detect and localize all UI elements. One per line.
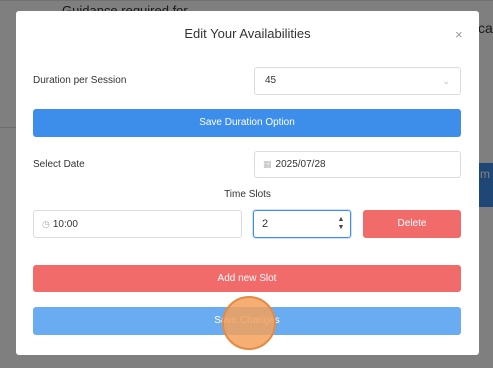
number-stepper[interactable]: ▲ ▼	[336, 216, 346, 232]
close-icon[interactable]: ×	[455, 27, 463, 42]
slot-time-value: 10:00	[52, 219, 78, 230]
date-value: 2025/07/28	[275, 159, 326, 170]
decrement-icon[interactable]: ▼	[336, 224, 346, 232]
increment-icon[interactable]: ▲	[336, 216, 346, 224]
modal-title: Edit Your Availabilities	[184, 26, 311, 41]
date-input[interactable]: ▦ 2025/07/28	[254, 151, 461, 178]
click-indicator	[222, 296, 276, 350]
slot-count-value: 2	[262, 218, 269, 230]
clock-icon: ◷	[42, 219, 50, 229]
delete-slot-button[interactable]: Delete	[363, 210, 461, 238]
time-slots-label: Time Slots	[224, 189, 271, 200]
save-duration-button[interactable]: Save Duration Option	[33, 109, 461, 137]
add-slot-button[interactable]: Add new Slot	[33, 265, 461, 292]
chevron-down-icon: ⌄	[442, 76, 450, 86]
slot-count-input[interactable]: 2 ▲ ▼	[253, 210, 351, 238]
duration-value: 45	[265, 75, 277, 86]
slot-time-input[interactable]: ◷ 10:00	[33, 210, 242, 238]
duration-label: Duration per Session	[33, 75, 127, 86]
select-date-label: Select Date	[33, 159, 85, 170]
duration-select[interactable]: 45 ⌄	[254, 67, 461, 95]
calendar-icon: ▦	[263, 159, 272, 169]
